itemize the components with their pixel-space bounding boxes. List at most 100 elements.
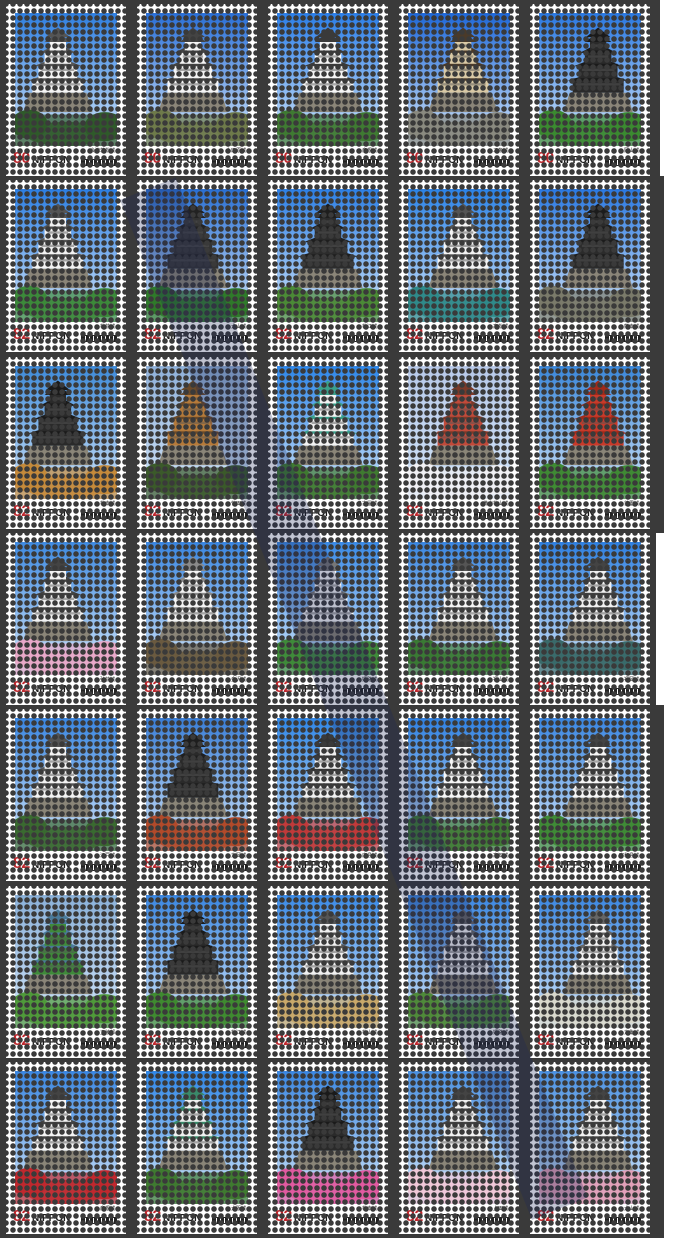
stamp: 82 NIPPON 松江城 xyxy=(137,886,257,1058)
castle-caption: 金沢城 xyxy=(230,677,246,683)
stamp-code-mark xyxy=(474,688,510,695)
stamp: 80 NIPPON 二条城 xyxy=(399,4,519,176)
denomination: 82 xyxy=(275,1208,292,1225)
stamp-code-mark xyxy=(212,512,248,519)
stamp: 82 NIPPON 江戸城 xyxy=(6,709,126,881)
castle-caption: 弘前城 xyxy=(99,677,115,683)
stamp-code-mark xyxy=(474,159,510,166)
castle-caption: 丸亀城 xyxy=(623,1030,639,1036)
castle-photo xyxy=(539,718,641,851)
stamp-code-mark xyxy=(605,1217,641,1224)
denomination: 82 xyxy=(13,1208,30,1225)
stamp-code-mark xyxy=(605,688,641,695)
country-name: NIPPON xyxy=(163,860,202,871)
stamp: 82 NIPPON 丸岡城 xyxy=(137,709,257,881)
stamp-code-mark xyxy=(81,864,117,871)
stamp-code-mark xyxy=(212,1217,248,1224)
denomination: 82 xyxy=(144,326,161,343)
stamp-face: 80 NIPPON 会津若松城 xyxy=(6,4,126,176)
castle-photo xyxy=(146,895,248,1028)
castle-caption: 首里城 xyxy=(623,501,639,507)
stamp-face: 82 NIPPON 松前城 xyxy=(6,180,126,352)
stamp-code-mark xyxy=(81,688,117,695)
stamp: 82 NIPPON 松江城 xyxy=(268,180,388,352)
country-name: NIPPON xyxy=(425,1037,464,1048)
denomination: 82 xyxy=(13,1032,30,1049)
stamp-code-mark xyxy=(605,159,641,166)
country-name: NIPPON xyxy=(32,155,71,166)
castle-caption: 丸岡城 xyxy=(230,853,246,859)
denomination: 82 xyxy=(13,679,30,696)
denomination: 82 xyxy=(275,679,292,696)
stamp: 80 NIPPON 小田原城 xyxy=(137,4,257,176)
stamp-face: 82 NIPPON 弘前城 xyxy=(6,533,126,705)
stamp-code-mark xyxy=(343,864,379,871)
castle-caption: 小田原城 xyxy=(225,148,246,154)
country-name: NIPPON xyxy=(294,1037,333,1048)
denomination: 82 xyxy=(275,326,292,343)
castle-caption: 江戸城 xyxy=(99,853,115,859)
stamp: 82 NIPPON 備中松山城 xyxy=(399,357,519,529)
castle-photo xyxy=(408,13,510,146)
stamp-face: 82 NIPPON 大阪城 xyxy=(137,1062,257,1234)
stamp-face: 80 NIPPON 二条城 xyxy=(399,4,519,176)
castle-caption: 会津若松城 xyxy=(89,148,115,154)
stamp-code-mark xyxy=(343,1041,379,1048)
castle-caption: 高知城 xyxy=(492,853,508,859)
denomination: 82 xyxy=(144,1208,161,1225)
country-name: NIPPON xyxy=(556,1037,595,1048)
stamp-face: 82 NIPPON 宇和島城 xyxy=(530,709,650,881)
stamp: 82 NIPPON 彦根城 xyxy=(6,1062,126,1234)
stamp-face: 80 NIPPON 岡山城 xyxy=(530,4,650,176)
stamp-sheet: 80 NIPPON 会津若松城 80 NIPPON 小田原城 80 NIPPON 彦根城 xyxy=(0,0,674,1240)
stamp: 82 NIPPON 首里城 xyxy=(530,357,650,529)
castle-photo xyxy=(15,13,117,146)
stamp-face: 82 NIPPON 松江城 xyxy=(268,180,388,352)
country-name: NIPPON xyxy=(556,1213,595,1224)
country-name: NIPPON xyxy=(425,155,464,166)
country-name: NIPPON xyxy=(556,684,595,695)
stamp-code-mark xyxy=(212,688,248,695)
stamp: 80 NIPPON 会津若松城 xyxy=(6,4,126,176)
denomination: 80 xyxy=(275,150,292,167)
denomination: 82 xyxy=(144,855,161,872)
stamp-face: 82 NIPPON 江戸城 xyxy=(6,709,126,881)
castle-photo xyxy=(539,542,641,675)
castle-caption: 松江城 xyxy=(361,324,377,330)
castle-caption: 彦根城 xyxy=(99,1206,115,1212)
country-name: NIPPON xyxy=(556,860,595,871)
stamp-face: 80 NIPPON 彦根城 xyxy=(268,4,388,176)
stamp: 82 NIPPON 高松城 xyxy=(399,180,519,352)
stamp-code-mark xyxy=(212,864,248,871)
stamp-code-mark xyxy=(605,512,641,519)
castle-photo xyxy=(15,718,117,851)
country-name: NIPPON xyxy=(32,331,71,342)
denomination: 80 xyxy=(537,150,554,167)
castle-caption: 松本城 xyxy=(361,1206,377,1212)
denomination: 82 xyxy=(406,1208,423,1225)
castle-photo xyxy=(146,542,248,675)
denomination: 82 xyxy=(537,855,554,872)
denomination: 82 xyxy=(13,855,30,872)
stamp: 82 NIPPON 弘前城 xyxy=(6,533,126,705)
denomination: 82 xyxy=(406,326,423,343)
stamp-code-mark xyxy=(212,159,248,166)
country-name: NIPPON xyxy=(294,860,333,871)
stamp: 82 NIPPON 松前城 xyxy=(6,180,126,352)
denomination: 80 xyxy=(144,150,161,167)
country-name: NIPPON xyxy=(425,508,464,519)
stamp: 80 NIPPON 彦根城 xyxy=(268,4,388,176)
castle-caption: 松前城 xyxy=(99,324,115,330)
castle-photo xyxy=(277,189,379,322)
stamp-code-mark xyxy=(81,159,117,166)
stamp-code-mark xyxy=(605,335,641,342)
castle-caption: 高松城 xyxy=(492,324,508,330)
stamp-code-mark xyxy=(343,159,379,166)
stamp: 82 NIPPON 松本城 xyxy=(6,357,126,529)
denomination: 82 xyxy=(144,1032,161,1049)
castle-caption: 広島城 xyxy=(361,853,377,859)
country-name: NIPPON xyxy=(163,155,202,166)
denomination: 82 xyxy=(144,503,161,520)
stamp-code-mark xyxy=(343,1217,379,1224)
country-name: NIPPON xyxy=(425,331,464,342)
